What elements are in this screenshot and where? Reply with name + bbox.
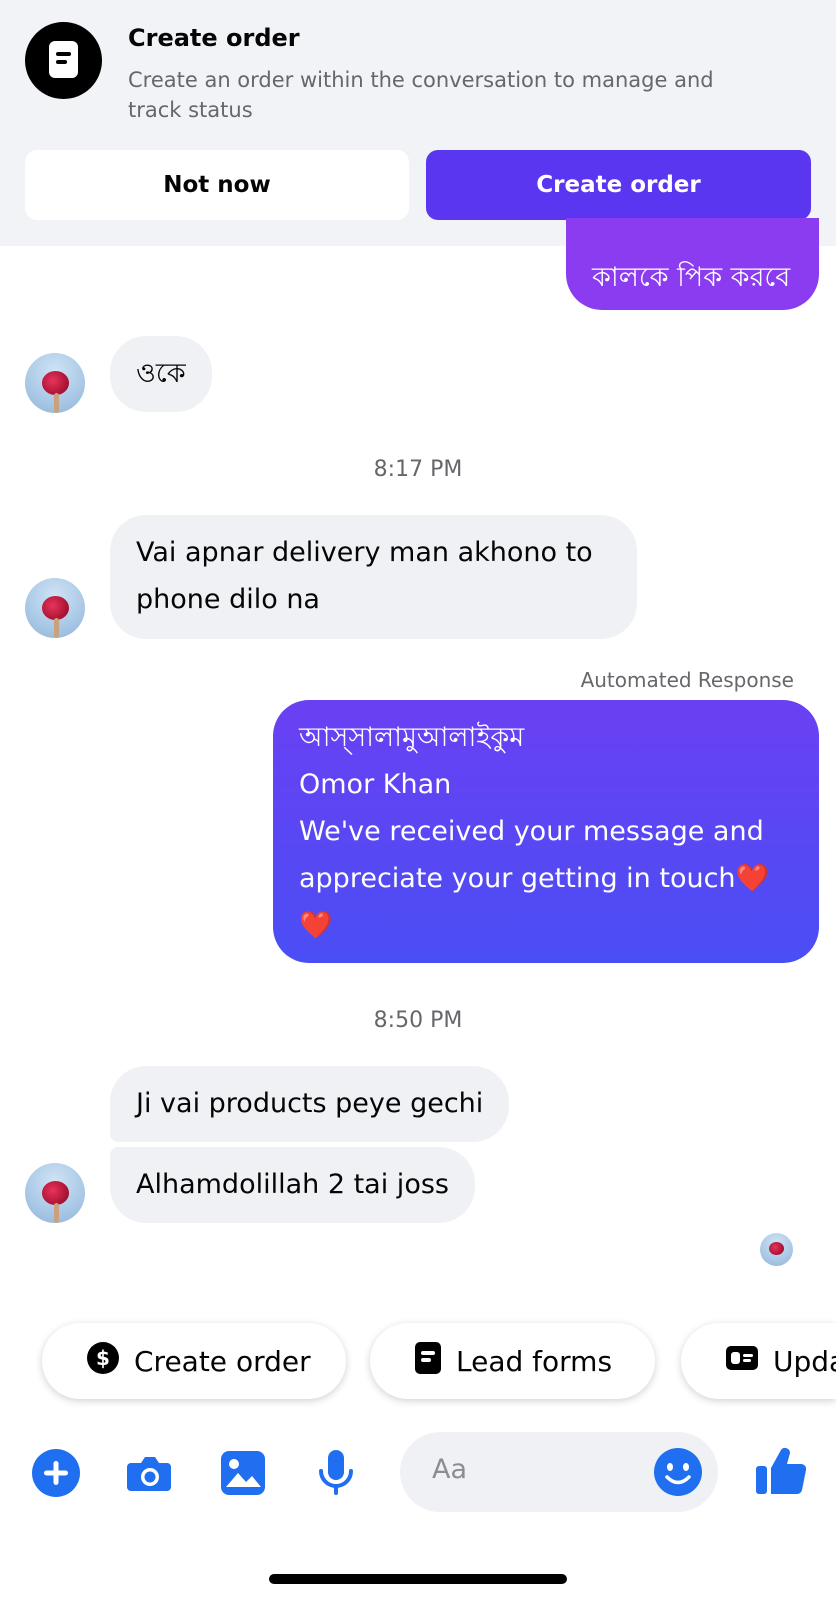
order-icon bbox=[25, 22, 102, 99]
message-line: আস্সালামুআলাইকুম bbox=[299, 722, 525, 753]
message-text: Vai apnar delivery man akhono to phone d… bbox=[136, 537, 593, 615]
message-line: Omor Khan bbox=[299, 769, 452, 800]
quick-reply-label: Create order bbox=[134, 1344, 311, 1378]
home-indicator bbox=[269, 1574, 567, 1584]
outgoing-message[interactable]: কালকে পিক করবে bbox=[566, 218, 819, 310]
id-card-icon bbox=[725, 1344, 759, 1379]
quick-reply-create-order[interactable]: $ Create order bbox=[42, 1323, 346, 1399]
quick-reply-update[interactable]: Upda bbox=[681, 1323, 836, 1399]
avatar[interactable] bbox=[25, 353, 85, 413]
camera-icon[interactable] bbox=[123, 1447, 175, 1499]
create-order-button[interactable]: Create order bbox=[426, 150, 811, 220]
banner-title: Create order bbox=[128, 24, 300, 52]
svg-text:$: $ bbox=[96, 1346, 110, 1370]
dollar-circle-icon: $ bbox=[86, 1341, 120, 1382]
avatar[interactable] bbox=[25, 578, 85, 638]
plus-icon[interactable] bbox=[30, 1447, 82, 1499]
gallery-icon[interactable] bbox=[217, 1447, 269, 1499]
message-text: Ji vai products peye gechi bbox=[136, 1088, 484, 1119]
incoming-message[interactable]: Ji vai products peye gechi bbox=[110, 1066, 510, 1142]
timestamp: 8:17 PM bbox=[373, 457, 463, 482]
message-text: Alhamdolillah 2 tai joss bbox=[136, 1169, 449, 1200]
outgoing-message[interactable]: আস্সালামুআলাইকুম Omor Khan We've receive… bbox=[273, 700, 819, 963]
automated-response-label: Automated Response bbox=[580, 668, 794, 692]
read-receipt-avatar bbox=[760, 1233, 793, 1266]
emoji-icon[interactable] bbox=[653, 1447, 703, 1497]
create-order-banner: Create order Create an order within the … bbox=[0, 0, 836, 246]
message-input-placeholder: Aa bbox=[432, 1454, 468, 1485]
avatar[interactable] bbox=[25, 1163, 85, 1223]
quick-reply-lead-forms[interactable]: Lead forms bbox=[370, 1323, 655, 1399]
message-line: ❤️ bbox=[299, 910, 333, 941]
message-input[interactable]: Aa bbox=[400, 1432, 718, 1512]
microphone-icon[interactable] bbox=[310, 1447, 362, 1499]
message-text: কালকে পিক করবে bbox=[592, 262, 791, 293]
banner-description: Create an order within the conversation … bbox=[128, 68, 714, 122]
quick-reply-label: Upda bbox=[773, 1344, 836, 1378]
message-text: ওকে bbox=[136, 358, 186, 389]
incoming-message[interactable]: Vai apnar delivery man akhono to phone d… bbox=[110, 515, 637, 639]
incoming-message[interactable]: Alhamdolillah 2 tai joss bbox=[110, 1147, 475, 1223]
quick-reply-label: Lead forms bbox=[456, 1344, 613, 1378]
message-line: We've received your message and apprecia… bbox=[299, 816, 770, 894]
thumbs-up-icon[interactable] bbox=[754, 1442, 810, 1498]
timestamp: 8:50 PM bbox=[373, 1008, 463, 1033]
incoming-message[interactable]: ওকে bbox=[110, 336, 212, 412]
not-now-button[interactable]: Not now bbox=[25, 150, 409, 220]
form-icon bbox=[414, 1341, 442, 1382]
